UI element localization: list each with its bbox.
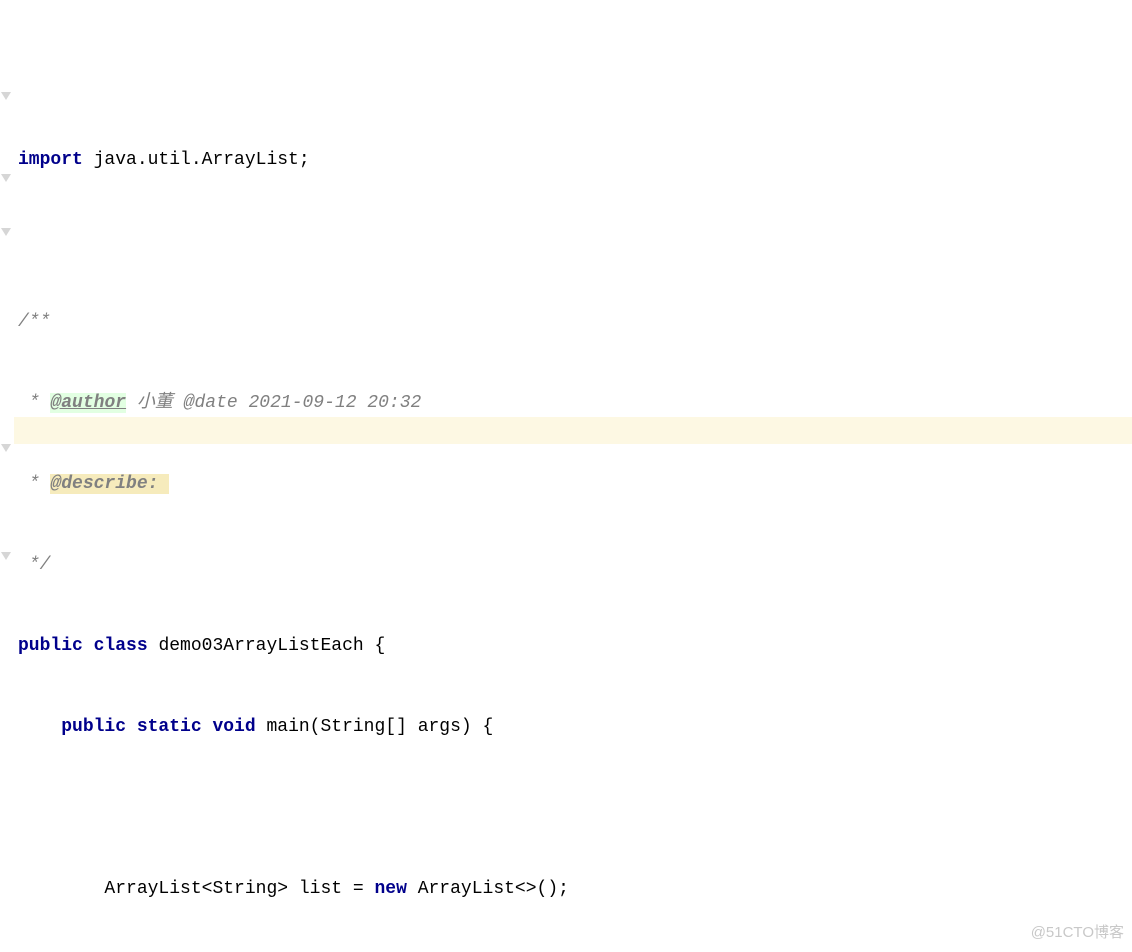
code-line[interactable] <box>18 795 1132 822</box>
code-line[interactable]: */ <box>18 552 1132 579</box>
code-line[interactable] <box>18 228 1132 255</box>
code-editor[interactable]: import java.util.ArrayList; /** * @autho… <box>0 0 1132 952</box>
code-line[interactable] <box>18 66 1132 93</box>
code-line[interactable]: * @author 小董 @date 2021-09-12 20:32 <box>18 390 1132 417</box>
code-line[interactable]: * @describe: <box>18 471 1132 498</box>
code-line[interactable]: import java.util.ArrayList; <box>18 147 1132 174</box>
code-line[interactable]: public static void main(String[] args) { <box>18 714 1132 741</box>
code-line[interactable]: /** <box>18 309 1132 336</box>
code-line[interactable]: ArrayList<String> list = new ArrayList<>… <box>18 876 1132 903</box>
gutter <box>0 0 14 952</box>
code-line[interactable]: public class demo03ArrayListEach { <box>18 633 1132 660</box>
code-area[interactable]: import java.util.ArrayList; /** * @autho… <box>18 12 1132 952</box>
